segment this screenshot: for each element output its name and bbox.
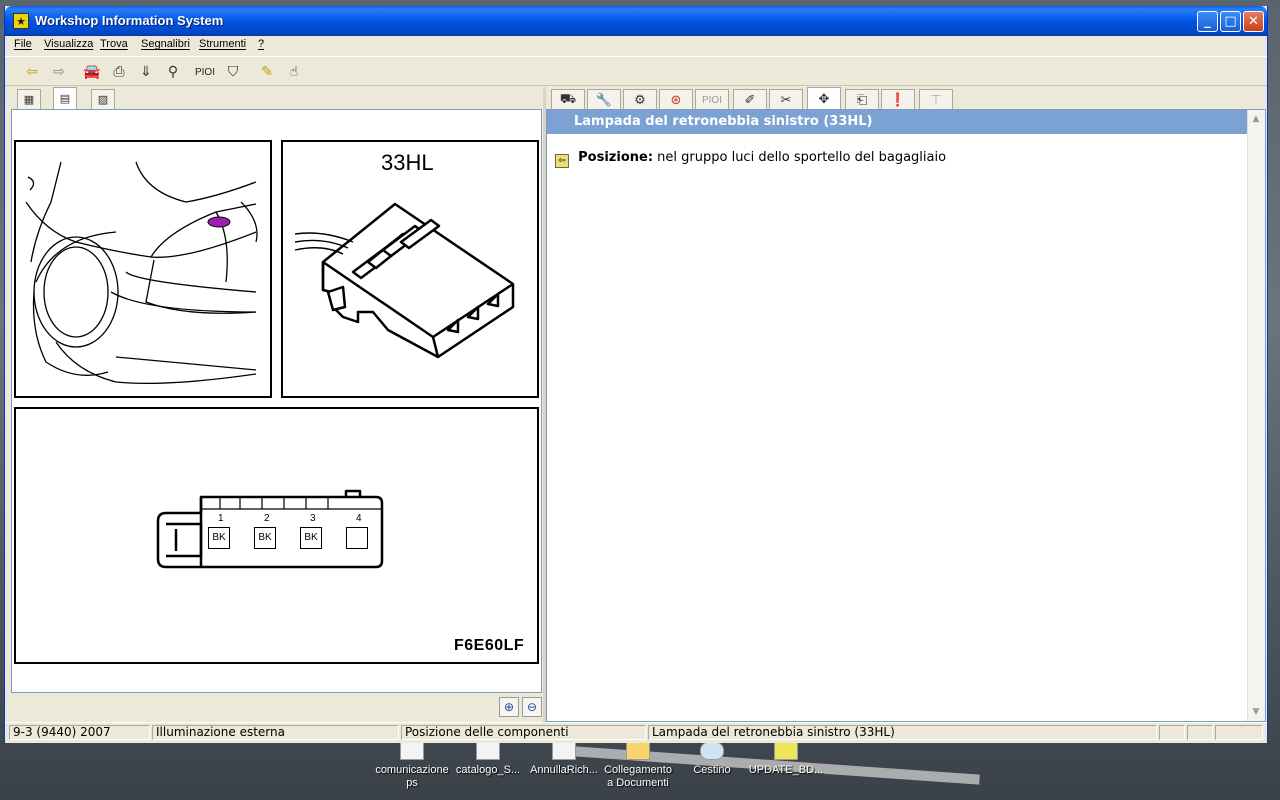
pin-cavity: BK [254, 527, 276, 549]
right-tab-strip: ⛟ 🔧 ⚙ ⊛ PIOI ✐ ✂ ✥ ⎗ ❗ ⊤ [547, 87, 1267, 110]
pin-number: 1 [218, 513, 224, 524]
print-icon[interactable]: ⎙ [108, 61, 130, 83]
file-icon [400, 742, 424, 760]
desktop-icon-annullarich[interactable]: AnnullaRich... [526, 742, 602, 777]
pin-number: 2 [264, 513, 270, 524]
export-icon[interactable]: ⇓ [135, 61, 157, 83]
pinout-diagram: 1 BK 2 BK 3 BK 4 F6E60LF [14, 407, 539, 664]
status-category: Illuminazione esterna [152, 725, 399, 740]
archive-icon [774, 742, 798, 760]
menu-segnalibri[interactable]: Segnalibri [141, 38, 190, 50]
status-bar: 9-3 (9440) 2007 Illuminazione esterna Po… [5, 722, 1267, 743]
pdf-icon [552, 742, 576, 760]
fog-lamp-marker [207, 216, 231, 228]
vertical-scrollbar[interactable]: ▲ ▼ [1247, 110, 1265, 721]
pin-cavity [346, 527, 368, 549]
scroll-down-icon[interactable]: ▼ [1250, 706, 1262, 718]
position-label: Posizione: [578, 150, 654, 165]
zoom-bar: ⊕ ⊖ [11, 695, 542, 721]
pioi-tab[interactable]: PIOI [695, 89, 729, 110]
pin-number: 4 [356, 513, 362, 524]
menu-help[interactable]: ? [258, 38, 264, 50]
car-rear-illustration [14, 140, 272, 398]
filter-icon[interactable]: ⛉ [222, 61, 244, 83]
back-arrow-icon[interactable]: ⇦ [21, 61, 43, 83]
recycle-bin-icon [700, 742, 724, 760]
figure-code: F6E60LF [454, 637, 525, 654]
zoom-out-icon[interactable]: ⊖ [522, 697, 542, 717]
wrench-icon[interactable]: 🔧 [587, 89, 621, 110]
zoom-in-icon[interactable]: ⊕ [499, 697, 519, 717]
pin-cavity: BK [300, 527, 322, 549]
status-extra-1 [1159, 725, 1185, 740]
desktop-icon-cestino[interactable]: Cestino [674, 742, 750, 777]
pdf-icon [476, 742, 500, 760]
info-pane: Lampada del retronebbia sinistro (33HL) … [546, 109, 1266, 722]
pinout-drawing [156, 489, 384, 569]
diagram-pane: 33HL 1 BK 2 BK 3 BK 4 F6E60LF [11, 109, 542, 693]
desktop-icon-update[interactable]: UPDATE_BD... [748, 742, 824, 777]
tweezers-icon[interactable]: ✂ [769, 89, 803, 110]
desktop-icon-collegamento[interactable]: Collegamento a Documenti [600, 742, 676, 790]
minimize-button[interactable]: _ [1197, 11, 1218, 32]
scroll-up-icon[interactable]: ▲ [1250, 113, 1262, 125]
back-link-icon[interactable]: ⇦ [555, 154, 569, 168]
toolbar: ⇦ ⇨ 🚘 ⎙ ⇓ ⚲ PIOI ⛉ ✎ ☝ [5, 56, 1267, 86]
component-title: Lampada del retronebbia sinistro (33HL) [574, 114, 873, 129]
car-icon[interactable]: 🚘 [81, 61, 103, 83]
pioi-button[interactable]: PIOI [194, 61, 216, 83]
connector-3d-drawing [294, 202, 515, 359]
pointer-icon[interactable]: ☝ [283, 61, 305, 83]
maximize-button[interactable]: □ [1220, 11, 1241, 32]
menu-file[interactable]: File [14, 38, 32, 50]
status-extra-2 [1187, 725, 1213, 740]
binoculars-icon[interactable]: ⚲ [162, 61, 184, 83]
menu-strumenti[interactable]: Strumenti [199, 38, 246, 50]
image-icon[interactable]: ▨ [91, 89, 115, 109]
connector-illustration: 33HL [281, 140, 539, 398]
menu-trova[interactable]: Trova [100, 38, 128, 50]
tools-icon[interactable]: ✐ [733, 89, 767, 110]
component-icon[interactable]: ⎗ [845, 89, 879, 110]
menu-visualizza[interactable]: Visualizza [44, 38, 93, 50]
move-icon[interactable]: ✥ [807, 87, 841, 110]
app-window: ★ Workshop Information System _ □ ✕ File… [4, 6, 1268, 743]
app-logo-icon: ★ [13, 13, 29, 29]
highlighter-icon[interactable]: ✎ [256, 61, 278, 83]
car-front-icon[interactable]: ⛟ [551, 89, 585, 110]
warning-icon[interactable]: ❗ [881, 89, 915, 110]
status-extra-3 [1215, 725, 1263, 740]
forward-arrow-icon[interactable]: ⇨ [48, 61, 70, 83]
status-section: Posizione delle componenti [401, 725, 646, 740]
desktop-icon-catalogo[interactable]: catalogo_S... [450, 742, 526, 777]
window-title: Workshop Information System [35, 13, 224, 28]
document-icon[interactable]: ▤ [53, 87, 77, 109]
position-value: nel gruppo luci dello sportello del baga… [657, 150, 947, 165]
desktop-icon-comunicazione[interactable]: comunicazione ps [374, 742, 450, 790]
position-row: ⇦ Posizione: nel gruppo luci dello sport… [555, 150, 946, 168]
tree-icon[interactable]: ▦ [17, 89, 41, 109]
component-title-bar: Lampada del retronebbia sinistro (33HL) [547, 110, 1248, 134]
pin-cavity: BK [208, 527, 230, 549]
close-button[interactable]: ✕ [1243, 11, 1264, 32]
status-model: 9-3 (9440) 2007 [9, 725, 150, 740]
gears-icon[interactable]: ⚙ [623, 89, 657, 110]
car-rear-drawing [25, 161, 258, 385]
title-bar[interactable]: ★ Workshop Information System _ □ ✕ [5, 6, 1267, 36]
hanger-icon[interactable]: ⊤ [919, 89, 953, 110]
left-tab-strip: ▦ ▤ ▨ [5, 87, 543, 110]
shortcut-folder-icon [626, 742, 650, 760]
pin-number: 3 [310, 513, 316, 524]
alarm-icon[interactable]: ⊛ [659, 89, 693, 110]
status-component: Lampada del retronebbia sinistro (33HL) [648, 725, 1157, 740]
menu-bar: File Visualizza Trova Segnalibri Strumen… [5, 36, 1267, 55]
